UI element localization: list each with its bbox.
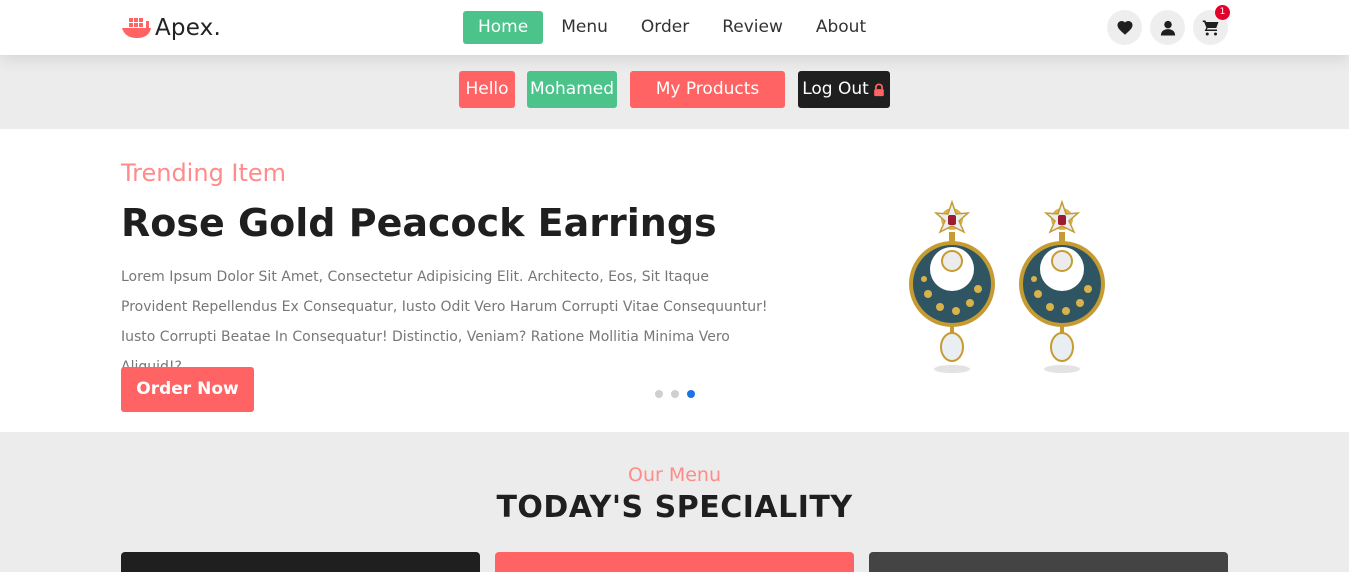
heart-icon (1117, 20, 1132, 35)
header: Apex. Home Menu Order Review About 1 (0, 0, 1349, 55)
username-button[interactable]: Mohamed (527, 71, 617, 108)
wishlist-button[interactable] (1107, 10, 1142, 45)
user-icon (1160, 20, 1175, 35)
ship-logo-icon (122, 18, 151, 38)
earrings-image (909, 199, 1105, 373)
logout-button[interactable]: Log Out (798, 71, 890, 108)
cart-count-badge: 1 (1215, 5, 1230, 20)
slide-dot-3[interactable] (687, 390, 695, 398)
cart-icon (1202, 20, 1218, 35)
lock-icon (873, 82, 884, 96)
logout-label: Log Out (802, 79, 869, 99)
my-products-button[interactable]: My Products (630, 71, 785, 108)
nav-review[interactable]: Review (707, 11, 798, 44)
menu-section: Our Menu TODAY'S SPECIALITY (0, 432, 1349, 572)
speciality-card-3[interactable] (869, 552, 1228, 572)
nav-order[interactable]: Order (626, 11, 704, 44)
nav-menu[interactable]: Menu (546, 11, 623, 44)
slide-dot-1[interactable] (655, 390, 663, 398)
hero-subtitle: Trending Item (121, 159, 287, 187)
logo-text: Apex. (155, 15, 222, 41)
cart-button[interactable]: 1 (1193, 5, 1230, 45)
nav-about[interactable]: About (801, 11, 881, 44)
account-button[interactable] (1150, 10, 1185, 45)
nav-home[interactable]: Home (463, 11, 544, 44)
header-icons: 1 (1107, 5, 1236, 45)
speciality-card-2[interactable] (495, 552, 854, 572)
hero-description: Lorem Ipsum Dolor Sit Amet, Consectetur … (121, 269, 768, 375)
order-now-button[interactable]: Order Now (121, 367, 254, 412)
slider-pagination (655, 390, 703, 398)
user-bar: Hello Mohamed My Products Log Out (0, 55, 1349, 129)
menu-title: TODAY'S SPECIALITY (496, 490, 853, 525)
logo[interactable]: Apex. (121, 12, 221, 44)
hero-title: Rose Gold Peacock Earrings (121, 201, 717, 245)
main-nav: Home Menu Order Review About (463, 11, 884, 44)
speciality-card-1[interactable] (121, 552, 480, 572)
slide-dot-2[interactable] (671, 390, 679, 398)
hello-button[interactable]: Hello (459, 71, 515, 108)
hero-slider: Trending Item Rose Gold Peacock Earrings… (0, 129, 1349, 432)
menu-subtitle: Our Menu (627, 464, 721, 486)
